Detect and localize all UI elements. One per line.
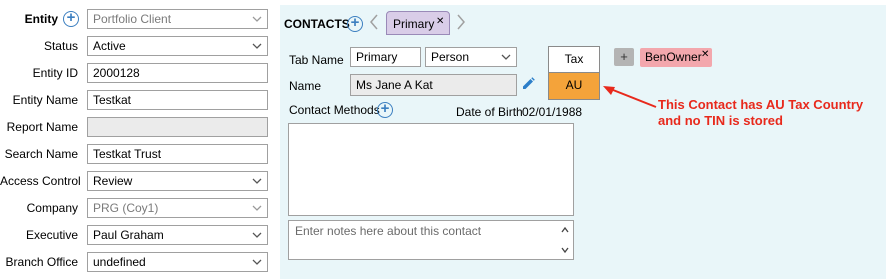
contacts-panel: CONTACTS + Primary ✕ Tab Name Primary Pe… [280, 5, 886, 279]
field-input[interactable] [87, 117, 268, 137]
name-label: Name [289, 79, 322, 93]
tax-header: Tax [564, 52, 584, 66]
entity-type-select[interactable]: Portfolio Client [87, 9, 268, 29]
field-label: Executive [25, 228, 78, 242]
chevron-down-icon [252, 232, 262, 238]
benowner-badge-label: BenOwner [645, 50, 702, 64]
field-value: Paul Graham [93, 228, 164, 242]
field-input[interactable]: Review [87, 171, 268, 191]
field-input[interactable]: 2000128 [87, 63, 268, 83]
contact-methods-list[interactable] [288, 123, 574, 216]
field-input[interactable]: PRG (Coy1) [87, 198, 268, 218]
contact-methods-label: Contact Methods [289, 103, 380, 117]
tab-name-input[interactable]: Primary [350, 47, 421, 67]
field-label: Branch Office [5, 255, 78, 269]
tab-primary[interactable]: Primary ✕ [386, 11, 450, 35]
notes-placeholder: Enter notes here about this contact [295, 224, 482, 238]
chevron-left-icon[interactable] [369, 13, 379, 31]
chevron-down-icon [252, 178, 262, 184]
pencil-icon[interactable] [520, 76, 536, 92]
benowner-badge[interactable]: BenOwner ✕ [640, 48, 712, 67]
field-value: PRG (Coy1) [93, 201, 159, 215]
annotation-text: This Contact has AU Tax Country and no T… [658, 97, 863, 129]
annotation-line-1: This Contact has AU Tax Country [658, 97, 864, 112]
field-value: 2000128 [93, 66, 140, 80]
chevron-right-icon[interactable] [456, 13, 466, 31]
field-value: undefined [93, 255, 146, 269]
contact-type-select[interactable]: Person [425, 47, 517, 67]
contacts-title: CONTACTS [284, 17, 350, 31]
field-value: Review [93, 174, 133, 188]
chevron-down-icon [501, 54, 511, 60]
annotation-arrow [603, 86, 657, 108]
field-label: Entity Name [12, 93, 78, 107]
field-label: Report Name [6, 120, 78, 134]
field-value: Testkat Trust [93, 147, 162, 161]
field-input[interactable]: Active [87, 36, 268, 56]
field-input[interactable]: Testkat Trust [87, 144, 268, 164]
chevron-down-icon [252, 43, 262, 49]
chevron-down-icon [252, 205, 262, 211]
name-input[interactable]: Ms Jane A Kat [350, 74, 517, 96]
field-label: Access Control [0, 174, 81, 188]
tab-close-icon[interactable]: ✕ [436, 16, 444, 27]
tax-country-au[interactable]: AU [549, 72, 599, 99]
notes-textarea[interactable]: Enter notes here about this contact [288, 220, 574, 260]
scroll-up-icon[interactable] [560, 225, 570, 235]
tab-primary-label: Primary [393, 17, 435, 31]
field-label: Status [43, 39, 78, 53]
field-value: Active [93, 39, 126, 53]
add-entity-icon[interactable]: + [63, 10, 79, 27]
tax-box: Tax AU [548, 46, 600, 100]
field-label: Search Name [4, 147, 78, 161]
dob-value: 02/01/1988 [522, 105, 583, 119]
add-contact-icon[interactable]: + [347, 15, 363, 32]
dob-label: Date of Birth [456, 105, 523, 119]
entity-type-value: Portfolio Client [93, 12, 172, 26]
field-value: Testkat [93, 93, 132, 107]
field-label: Entity ID [32, 66, 78, 80]
field-input[interactable]: undefined [87, 252, 268, 272]
scroll-down-icon[interactable] [560, 245, 570, 255]
field-label: Company [26, 201, 78, 215]
add-badge-button[interactable]: + [614, 48, 634, 66]
field-input[interactable]: Paul Graham [87, 225, 268, 245]
chevron-down-icon [252, 16, 262, 22]
annotation-line-2: and no TIN is stored [658, 113, 783, 128]
add-contact-method-icon[interactable]: + [377, 101, 393, 118]
tab-name-label: Tab Name [289, 53, 344, 67]
entity-label: Entity [24, 12, 58, 26]
field-input[interactable]: Testkat [87, 90, 268, 110]
chevron-down-icon [252, 259, 262, 265]
badge-close-icon[interactable]: ✕ [701, 49, 709, 60]
